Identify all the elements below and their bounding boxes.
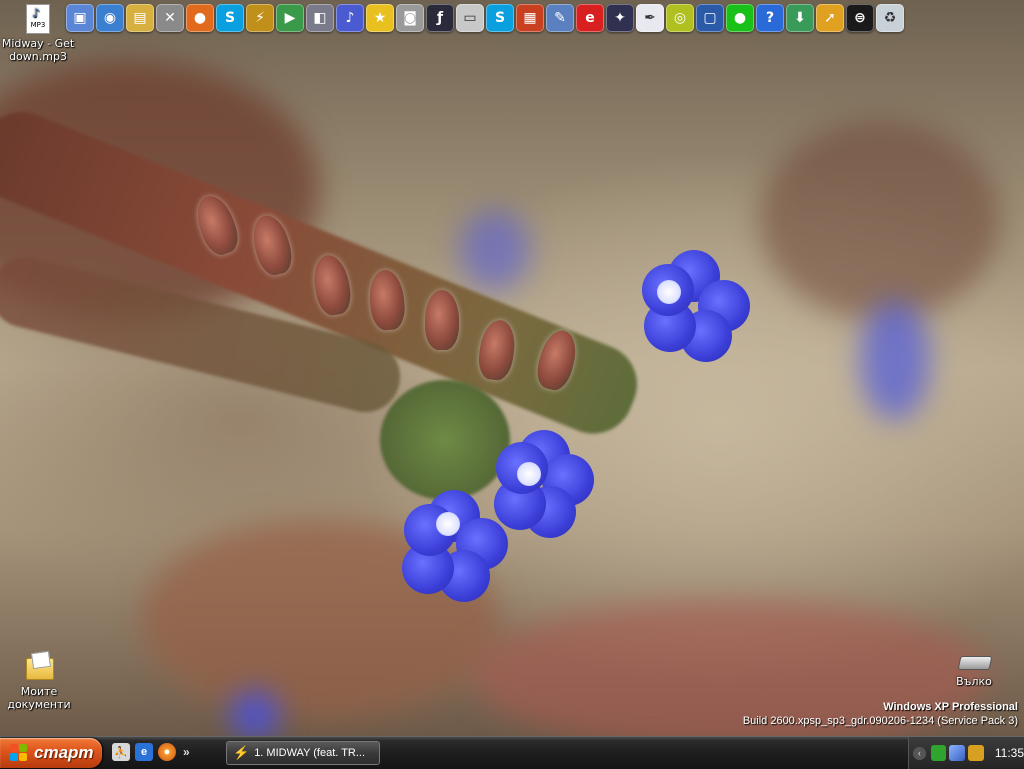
- folder-icon[interactable]: ▤: [126, 4, 154, 32]
- start-label: старт: [34, 743, 94, 762]
- feather-icon[interactable]: ✒: [636, 4, 664, 32]
- firefox-icon[interactable]: ●: [158, 743, 176, 761]
- presentation-icon[interactable]: ▭: [456, 4, 484, 32]
- blue-flower: [400, 490, 510, 602]
- internet-explorer-icon[interactable]: e: [135, 743, 153, 761]
- plant-bud: [425, 290, 459, 350]
- windows-logo-icon: [10, 744, 28, 762]
- winamp-icon: ⚡: [233, 745, 250, 760]
- taskbar: старт ⛹ e ● » ⚡ 1. MIDWAY (feat. TR... ‹…: [0, 736, 1024, 769]
- blue-flower: [640, 250, 750, 362]
- documents-folder-icon: [24, 650, 54, 682]
- tv-icon[interactable]: ▢: [696, 4, 724, 32]
- skype-icon[interactable]: S: [216, 4, 244, 32]
- network-icon[interactable]: [949, 745, 966, 761]
- clock[interactable]: 11:35: [995, 746, 1024, 760]
- help-icon[interactable]: ?: [756, 4, 784, 32]
- desktop-icon-mp3-file[interactable]: ♪ MP3 Midway - Get down.mp3: [0, 4, 76, 63]
- green-circle-icon[interactable]: ●: [726, 4, 754, 32]
- drive-icon: [957, 652, 993, 672]
- editor-icon[interactable]: e: [576, 4, 604, 32]
- ea-icon[interactable]: ⊜: [846, 4, 874, 32]
- start-button[interactable]: старт: [0, 738, 102, 768]
- mp3-file-icon: ♪ MP3: [26, 4, 50, 34]
- security-shield-icon[interactable]: [930, 745, 947, 761]
- tray-expand-icon[interactable]: ‹: [913, 746, 926, 760]
- recycle-bin-icon[interactable]: ♻: [876, 4, 904, 32]
- taskbar-button-winamp[interactable]: ⚡ 1. MIDWAY (feat. TR...: [226, 741, 380, 765]
- desktop-icon-my-documents[interactable]: Моите документи: [1, 650, 77, 711]
- desktop-icon-label: Моите документи: [7, 685, 71, 711]
- desktop-icon-drive[interactable]: Вълко: [936, 652, 1012, 688]
- desktop-icon-label: Вълко: [956, 675, 992, 688]
- speaker-icon[interactable]: ◧: [306, 4, 334, 32]
- tools-icon[interactable]: ✕: [156, 4, 184, 32]
- disc-icon[interactable]: ◎: [666, 4, 694, 32]
- os-build: Build 2600.xpsp_sp3_gdr.090206-1234 (Ser…: [742, 715, 1018, 727]
- install-icon[interactable]: ⬇: [786, 4, 814, 32]
- quick-launch-chevron[interactable]: »: [183, 745, 190, 759]
- media-icon[interactable]: ▶: [276, 4, 304, 32]
- wallpaper-blur-blob: [760, 120, 1000, 320]
- music-icon[interactable]: ♪: [336, 4, 364, 32]
- system-tray: ‹ 11:35: [908, 737, 1024, 769]
- camera-icon[interactable]: ◙: [396, 4, 424, 32]
- firefox-icon[interactable]: ●: [186, 4, 214, 32]
- video-icon[interactable]: ▦: [516, 4, 544, 32]
- winamp-icon[interactable]: ⚡: [246, 4, 274, 32]
- wallpaper-blur-blob: [460, 210, 530, 290]
- os-name: Windows XP Professional: [883, 701, 1018, 713]
- network-icon[interactable]: ◉: [96, 4, 124, 32]
- star-icon[interactable]: ★: [366, 4, 394, 32]
- desktop-wallpaper: ▣ ◉ ▤ ✕ ● S ⚡ ▶ ◧ ♪ ★ ◙ ƒ ▭ S ▦ ✎ e ✦ ✒ ◎ ▢ ●? ⬇ ➚ ⊜ ♻ ♪ MP3 Midwa…: [0, 0, 1024, 736]
- task-button-label: 1. MIDWAY (feat. TR...: [254, 747, 366, 759]
- desktop-icon-label: Midway - Get down.mp3: [1, 37, 75, 63]
- winamp-tray-icon[interactable]: [968, 745, 984, 761]
- skype-icon[interactable]: S: [486, 4, 514, 32]
- wallpaper-blur-blob: [230, 690, 280, 736]
- image-icon[interactable]: ✦: [606, 4, 634, 32]
- show-desktop-icon[interactable]: ⛹: [112, 743, 130, 761]
- desktop-icon-bar: ▣ ◉ ▤ ✕ ● S ⚡ ▶ ◧ ♪ ★ ◙ ƒ ▭ S ▦ ✎ e ✦ ✒ ◎ ▢ ●? ⬇ ➚ ⊜ ♻: [66, 2, 904, 34]
- flash-icon[interactable]: ƒ: [426, 4, 454, 32]
- wallpaper-blur-blob: [860, 300, 930, 420]
- shortcut-icon[interactable]: ➚: [816, 4, 844, 32]
- quick-launch-bar: ⛹ e ● »: [112, 743, 190, 761]
- xml-icon[interactable]: ✎: [546, 4, 574, 32]
- os-version-watermark: Windows XP Professional Build 2600.xpsp_…: [743, 700, 1018, 728]
